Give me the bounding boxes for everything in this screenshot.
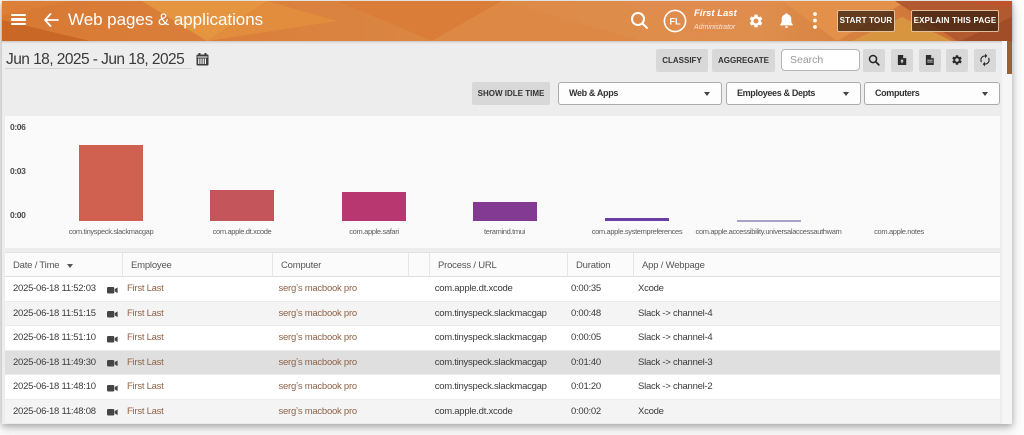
svg-text:FL: FL: [670, 17, 681, 27]
